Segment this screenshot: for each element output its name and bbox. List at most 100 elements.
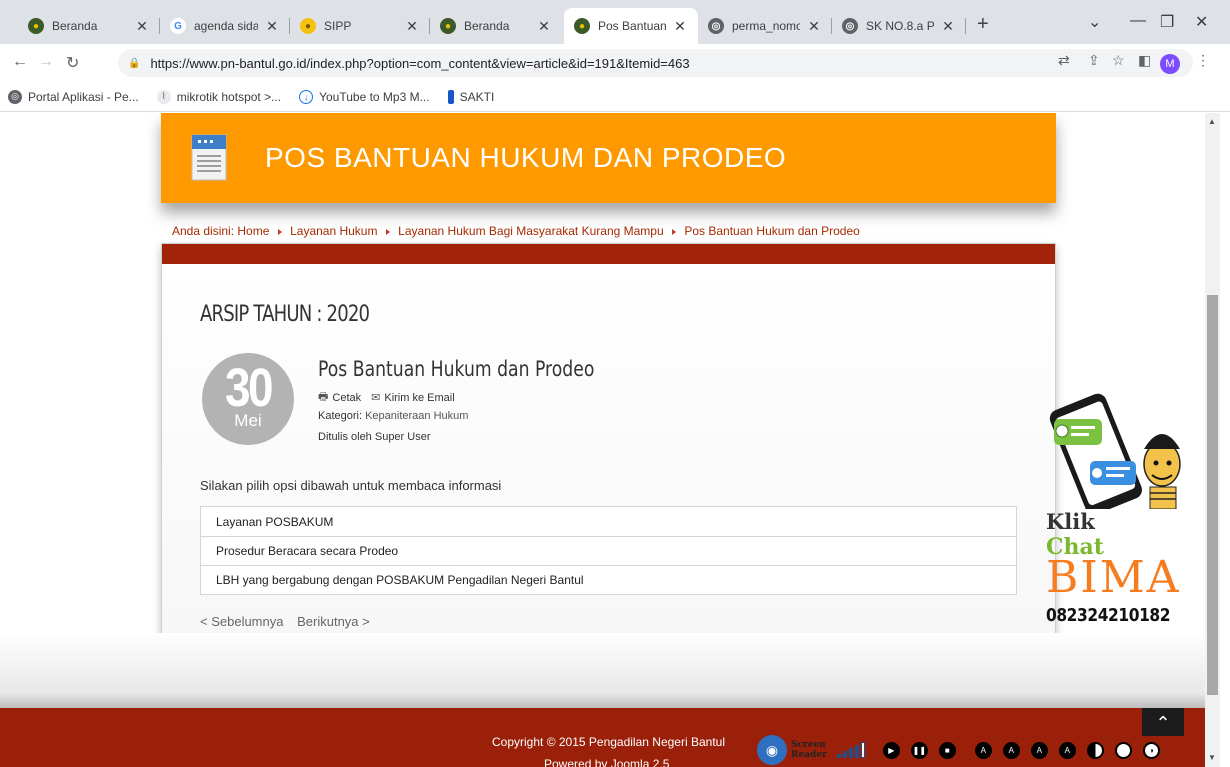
font-increase-icon[interactable]: A: [974, 741, 992, 759]
footer-gradient: [0, 633, 1205, 708]
browser-tab[interactable]: G agenda sidang ✕: [160, 8, 290, 44]
breadcrumb-layanan-kurang-mampu[interactable]: Layanan Hukum Bagi Masyarakat Kurang Mam…: [398, 224, 663, 238]
back-icon[interactable]: ←: [12, 53, 28, 71]
minimize-icon[interactable]: —: [1130, 12, 1146, 30]
bookmark-item[interactable]: ↓ YouTube to Mp3 M...: [299, 89, 430, 104]
bookmark-item[interactable]: ◎ Portal Aplikasi - Pe...: [8, 89, 139, 104]
profile-avatar[interactable]: M: [1160, 54, 1180, 74]
browser-tab[interactable]: ● Beranda ✕: [18, 8, 160, 44]
share-icon[interactable]: ⇪: [1088, 52, 1100, 69]
browser-tab-strip: ● Beranda ✕ G agenda sidang ✕ ● SIPP ✕ ●…: [0, 0, 1230, 44]
close-tab-icon[interactable]: ✕: [134, 18, 150, 35]
article-actions: 🖶 Cetak ✉ Kirim ke Email: [318, 388, 455, 407]
breadcrumb: Anda disini: Home Layanan Hukum Layanan …: [172, 224, 860, 238]
option-layanan-posbakum[interactable]: Layanan POSBAKUM: [201, 507, 1016, 536]
font-dyslexic-icon[interactable]: A: [1058, 741, 1076, 759]
translate-icon[interactable]: ⇄: [1058, 52, 1070, 69]
reload-icon[interactable]: ↻: [66, 53, 79, 73]
download-cloud-icon: ↓: [299, 89, 314, 104]
prev-link[interactable]: < Sebelumnya: [200, 614, 283, 629]
printer-icon[interactable]: 🖶: [318, 388, 328, 407]
print-link[interactable]: Cetak: [332, 392, 361, 404]
browser-tab[interactable]: ● SIPP ✕: [290, 8, 430, 44]
email-link[interactable]: Kirim ke Email: [384, 392, 454, 404]
email-icon[interactable]: ✉: [371, 391, 380, 404]
close-window-icon[interactable]: ✕: [1195, 12, 1208, 32]
ear-icon[interactable]: ◉: [757, 735, 787, 765]
close-tab-icon[interactable]: ✕: [404, 18, 420, 35]
font-reset-icon[interactable]: A: [1030, 741, 1048, 759]
option-lbh-posbakum[interactable]: LBH yang bergabung dengan POSBAKUM Penga…: [201, 565, 1016, 594]
browser-tab[interactable]: ◎ perma_nomor_ ✕: [698, 8, 832, 44]
menu-dots-icon[interactable]: ⋮: [1196, 52, 1210, 69]
breadcrumb-separator-icon: [672, 228, 676, 235]
breadcrumb-separator-icon: [385, 228, 390, 235]
browser-tab-active[interactable]: ● Pos Bantuan H ✕: [564, 8, 698, 44]
address-bar[interactable]: 🔒 https://www.pn-bantul.go.id/index.php?…: [118, 49, 1193, 77]
breadcrumb-layanan-hukum[interactable]: Layanan Hukum: [290, 224, 377, 238]
invert-icon[interactable]: ◑: [1142, 741, 1160, 759]
breadcrumb-prefix: Anda disini:: [172, 224, 235, 238]
article-header-bar: [162, 244, 1055, 264]
options-list: Layanan POSBAKUM Prosedur Beracara secar…: [200, 506, 1017, 595]
tab-search-icon[interactable]: ⌄: [1088, 12, 1101, 32]
breadcrumb-current: Pos Bantuan Hukum dan Prodeo: [684, 224, 860, 238]
mikrotik-icon: ⌇: [156, 89, 171, 104]
google-icon: G: [170, 18, 186, 34]
bookmark-item[interactable]: ⌇ mikrotik hotspot >...: [156, 89, 281, 104]
date-day: 30: [225, 358, 274, 418]
font-decrease-icon[interactable]: A: [1002, 741, 1020, 759]
archive-heading: ARSIP TAHUN : 2020: [200, 302, 370, 327]
browser-tab[interactable]: ● Beranda ✕: [430, 8, 562, 44]
bookmarks-bar: ◎ Portal Aplikasi - Pe... ⌇ mikrotik hot…: [0, 82, 1230, 112]
pause-icon[interactable]: ❚❚: [910, 741, 928, 759]
court-logo-icon: ●: [440, 18, 456, 34]
grayscale-icon[interactable]: ◐: [1114, 741, 1132, 759]
article-title[interactable]: Pos Bantuan Hukum dan Prodeo: [318, 357, 594, 381]
close-tab-icon[interactable]: ✕: [536, 18, 552, 35]
url-text: https://www.pn-bantul.go.id/index.php?op…: [150, 55, 690, 71]
intro-text: Silakan pilih opsi dibawah untuk membaca…: [200, 478, 502, 493]
close-tab-icon[interactable]: ✕: [806, 18, 822, 35]
page-scrollbar[interactable]: ▲ ▼: [1205, 113, 1220, 767]
side-panel-icon[interactable]: ◧: [1138, 52, 1151, 69]
bookmark-item[interactable]: SAKTI: [447, 89, 494, 104]
sakti-icon: [447, 89, 454, 104]
new-tab-icon[interactable]: +: [977, 14, 989, 34]
stop-icon[interactable]: ■: [938, 741, 956, 759]
option-prosedur-prodeo[interactable]: Prosedur Beracara secara Prodeo: [201, 536, 1016, 565]
globe-icon: ◎: [8, 89, 22, 104]
globe-icon: ◎: [708, 18, 724, 34]
next-link[interactable]: Berikutnya >: [297, 614, 370, 629]
lock-icon: 🔒: [128, 57, 141, 69]
article-body: ARSIP TAHUN : 2020 30 Mei Pos Bantuan Hu…: [162, 264, 1055, 669]
scrollbar-thumb[interactable]: [1207, 295, 1218, 695]
forward-icon[interactable]: →: [38, 53, 54, 71]
browser-tab[interactable]: ◎ SK NO.8.a PAN ✕: [832, 8, 966, 44]
widget-phone: 082324210182: [1046, 605, 1171, 626]
article-category: Kategori: Kepaniteraan Hukum: [318, 410, 469, 422]
article-panel: ARSIP TAHUN : 2020 30 Mei Pos Bantuan Hu…: [161, 243, 1056, 669]
chat-phone-mascot-icon: [1049, 393, 1181, 509]
volume-bars-icon[interactable]: [836, 742, 867, 758]
scroll-up-icon[interactable]: ▲: [1208, 117, 1216, 126]
widget-bima: BIMA: [1046, 552, 1181, 603]
contrast-icon[interactable]: [1086, 741, 1104, 759]
screen-reader-label[interactable]: Screen Reader: [791, 740, 827, 760]
scroll-down-icon[interactable]: ▼: [1208, 753, 1216, 762]
accessibility-toolbar: ◉ Screen Reader ▶ ❚❚ ■ A A A A ◐ ◑: [757, 732, 1205, 767]
date-month: Mei: [234, 411, 262, 430]
bookmark-star-icon[interactable]: ☆: [1112, 52, 1125, 69]
close-tab-icon[interactable]: ✕: [940, 18, 956, 35]
close-tab-icon[interactable]: ✕: [264, 18, 280, 35]
article-author: Ditulis oleh Super User: [318, 431, 431, 443]
category-link[interactable]: Kepaniteraan Hukum: [365, 410, 468, 422]
page-viewport: POS BANTUAN HUKUM DAN PRODEO Anda disini…: [0, 113, 1205, 767]
play-icon[interactable]: ▶: [882, 741, 900, 759]
court-logo-icon: ●: [28, 18, 44, 34]
breadcrumb-home[interactable]: Home: [237, 224, 269, 238]
bima-chat-widget[interactable]: Klik Chat BIMA 082324210182: [1040, 389, 1200, 634]
restore-icon[interactable]: ❐: [1160, 12, 1174, 32]
document-icon: [191, 134, 227, 181]
close-tab-icon[interactable]: ✕: [672, 18, 688, 35]
